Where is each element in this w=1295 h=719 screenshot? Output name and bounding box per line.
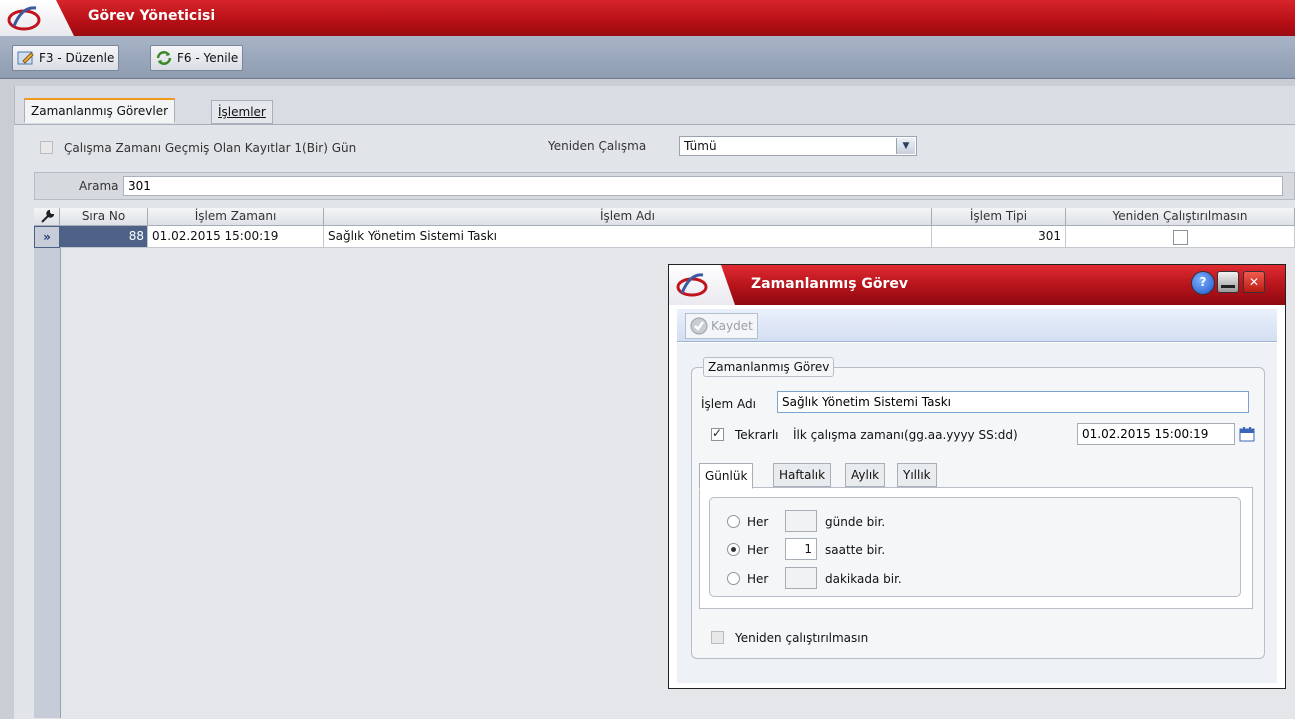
- logo-icon: [676, 273, 708, 297]
- first-run-label: İlk çalışma zamanı(gg.aa.yyyy SS:dd): [793, 428, 1018, 442]
- minimize-icon[interactable]: [1217, 271, 1239, 293]
- dialog-title: Zamanlanmış Görev: [751, 276, 909, 292]
- search-row: Arama: [34, 172, 1295, 200]
- dialog-title-bar: Zamanlanmış Görev ? ✕: [669, 265, 1285, 305]
- refresh-button[interactable]: F6 - Yenile: [150, 45, 244, 71]
- tab-monthly[interactable]: Aylık: [845, 463, 886, 487]
- repeat-label: Tekrarlı: [735, 428, 779, 442]
- edit-icon: [17, 51, 34, 65]
- calendar-icon[interactable]: [1239, 426, 1255, 442]
- tab-monthly-label: Aylık: [851, 468, 880, 482]
- tab-yearly[interactable]: Yıllık: [897, 463, 937, 487]
- save-button[interactable]: Kaydet: [685, 313, 758, 339]
- scheduled-task-dialog: Zamanlanmış Görev ? ✕ Kaydet Zamanlanmış…: [668, 264, 1286, 689]
- refresh-icon: [156, 51, 172, 65]
- tab-operations[interactable]: İşlemler: [211, 100, 273, 124]
- search-label: Arama: [79, 179, 119, 193]
- name-input[interactable]: [777, 391, 1249, 413]
- days-input[interactable]: [785, 510, 817, 532]
- logo-icon: [7, 6, 41, 31]
- rerun-label: Yeniden Çalışma: [548, 139, 647, 153]
- app-logo: [0, 0, 74, 36]
- main-toolbar: F3 - Düzenle F6 - Yenile: [0, 36, 1295, 79]
- table-cell[interactable]: 301: [932, 226, 1066, 248]
- table-cell[interactable]: 88: [60, 226, 148, 248]
- option-prefix: Her: [747, 515, 769, 529]
- check-circle-icon: [690, 317, 708, 335]
- app-title: Görev Yöneticisi: [88, 8, 216, 24]
- group-legend: Zamanlanmış Görev: [703, 357, 835, 377]
- tab-yearly-label: Yıllık: [903, 468, 931, 482]
- row-header-gutter: [34, 208, 61, 718]
- dialog-logo: [669, 265, 735, 305]
- tab-weekly[interactable]: Haftalık: [773, 463, 832, 487]
- grid-settings-icon[interactable]: [34, 208, 60, 226]
- no-rerun-checkbox[interactable]: [711, 631, 724, 644]
- first-run-input[interactable]: [1077, 423, 1235, 445]
- column-header[interactable]: İşlem Tipi: [932, 208, 1066, 226]
- table-cell[interactable]: 01.02.2015 15:00:19: [148, 226, 324, 248]
- rerun-disabled-checkbox[interactable]: [1172, 230, 1188, 245]
- option-suffix: saatte bir.: [825, 543, 886, 557]
- option-prefix: Her: [747, 543, 769, 557]
- column-header[interactable]: İşlem Zamanı: [148, 208, 324, 226]
- no-rerun-label: Yeniden çalıştırılmasın: [735, 631, 869, 645]
- save-button-label: Kaydet: [711, 319, 753, 333]
- tab-scheduled-tasks[interactable]: Zamanlanmış Görevler: [24, 98, 176, 123]
- every-day-radio[interactable]: [727, 515, 740, 528]
- tab-operations-label: İşlemler: [218, 105, 266, 119]
- app-title-bar: Görev Yöneticisi: [0, 0, 1295, 36]
- close-icon[interactable]: ✕: [1243, 271, 1265, 293]
- every-minute-radio[interactable]: [727, 572, 740, 585]
- chevron-down-icon[interactable]: ▼: [896, 138, 915, 154]
- expired-records-label: Çalışma Zamanı Geçmiş Olan Kayıtlar 1(Bi…: [64, 141, 357, 155]
- name-label: İşlem Adı: [701, 397, 756, 411]
- rerun-select-value: Tümü: [684, 139, 717, 153]
- column-header[interactable]: İşlem Adı: [324, 208, 932, 226]
- table-cell[interactable]: Sağlık Yönetim Sistemi Taskı: [324, 226, 932, 248]
- rerun-select[interactable]: Tümü ▼: [679, 136, 917, 156]
- search-input[interactable]: [123, 176, 1283, 196]
- tab-daily-label: Günlük: [705, 469, 748, 483]
- tab-scheduled-tasks-label: Zamanlanmış Görevler: [31, 104, 169, 118]
- dialog-toolbar: Kaydet: [677, 309, 1277, 342]
- table-cell: [1066, 226, 1295, 248]
- every-hour-radio[interactable]: [727, 543, 740, 556]
- tab-weekly-label: Haftalık: [779, 468, 826, 482]
- minutes-input[interactable]: [785, 567, 817, 589]
- option-suffix: günde bir.: [825, 515, 886, 529]
- repeat-checkbox[interactable]: [711, 426, 724, 441]
- refresh-button-label: F6 - Yenile: [177, 51, 239, 65]
- help-icon[interactable]: ?: [1191, 271, 1215, 295]
- option-prefix: Her: [747, 572, 769, 586]
- edit-button[interactable]: F3 - Düzenle: [12, 45, 120, 71]
- row-selector[interactable]: »: [34, 226, 60, 248]
- column-header[interactable]: Yeniden Çalıştırılmasın: [1066, 208, 1295, 226]
- option-suffix: dakikada bir.: [825, 572, 902, 586]
- edit-button-label: F3 - Düzenle: [39, 51, 115, 65]
- tab-daily[interactable]: Günlük: [699, 463, 754, 489]
- expired-records-checkbox[interactable]: [40, 141, 53, 154]
- hours-input[interactable]: 1: [785, 538, 817, 560]
- column-header[interactable]: Sıra No: [60, 208, 148, 226]
